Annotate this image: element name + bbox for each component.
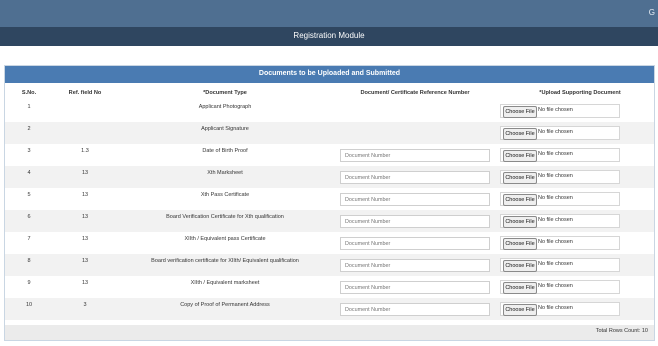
panel-title: Documents to be Uploaded and Submitted	[258, 70, 401, 77]
row-document-type: Board Verification Certificate for Xth q…	[166, 214, 284, 220]
top-bar: G Registration Module	[0, 0, 658, 46]
no-file-chosen-text: No file chosen	[538, 261, 573, 267]
table-row: 8 13 Board verification certificate for XI…	[5, 254, 654, 276]
table-footer: Total Rows Count: 10	[5, 325, 654, 340]
table-row: 6 13 Board Verification Certificate for Xt…	[5, 210, 654, 232]
row-sno: 10	[25, 302, 33, 308]
choose-file-button[interactable]: Choose File	[503, 260, 537, 272]
table-row: 1 Applicant Photograph Choose File No file …	[5, 100, 654, 122]
choose-file-button[interactable]: Choose File	[503, 150, 537, 162]
row-document-type: Xth Pass Certificate	[200, 192, 250, 198]
table-row: 7 13 XIIth / Equivalent pass Certificate Ch…	[5, 232, 654, 254]
choose-file-button[interactable]: Choose File	[503, 172, 537, 184]
row-sno: 9	[27, 280, 31, 286]
row-sno: 4	[27, 170, 31, 176]
choose-file-button[interactable]: Choose File	[503, 238, 537, 250]
document-number-input[interactable]	[340, 149, 490, 162]
row-sno: 8	[27, 258, 31, 264]
column-header-reference-number: Document/ Certificate Reference Number	[360, 90, 470, 96]
corner-glyph: G	[648, 8, 655, 17]
table-row: 9 13 XIIth / Equivalent marksheet Choose Fi…	[5, 276, 654, 298]
document-number-input[interactable]	[340, 193, 490, 206]
panel-header: Documents to be Uploaded and Submitted	[5, 66, 654, 83]
document-number-input[interactable]	[340, 303, 490, 316]
row-document-type: Applicant Photograph	[198, 104, 252, 110]
column-header-document-type: *Document Type	[203, 90, 247, 96]
row-document-type: Applicant Signature	[201, 126, 249, 132]
table-row: 3 1.3 Date of Birth Proof Choose FileNo fil…	[5, 144, 654, 166]
row-ref-field: 13	[81, 170, 89, 176]
file-upload-field: Choose File No file chosen	[500, 104, 620, 118]
no-file-chosen-text: No file chosen	[538, 217, 573, 223]
row-sno: 5	[27, 192, 31, 198]
no-file-chosen-text: No file chosen	[538, 151, 573, 157]
choose-file-button[interactable]: Choose File	[503, 282, 537, 294]
page-title: Registration Module	[293, 31, 365, 40]
file-upload-field: Choose File No file chosen	[500, 258, 620, 272]
column-header-sno: S.No.	[21, 90, 37, 96]
no-file-chosen-text: No file chosen	[538, 305, 573, 311]
row-document-type: Date of Birth Proof	[202, 148, 248, 154]
row-ref-field: 13	[81, 258, 89, 264]
no-file-chosen-text: No file chosen	[538, 195, 573, 201]
top-strip	[0, 0, 658, 27]
row-sno: 7	[27, 236, 31, 242]
no-file-chosen-text: No file chosen	[538, 283, 573, 289]
row-ref-field: 3	[83, 302, 87, 308]
choose-file-button[interactable]: Choose File	[503, 128, 537, 140]
table-row: 10 3 Copy of Proof of Permanent Address Cho…	[5, 298, 654, 320]
file-upload-field: Choose File No file chosen	[500, 148, 620, 162]
document-number-input[interactable]	[340, 237, 490, 250]
document-number-input[interactable]	[340, 215, 490, 228]
row-sno: 3	[27, 148, 31, 154]
row-sno: 1	[27, 104, 31, 110]
row-sno: 2	[27, 126, 31, 132]
file-upload-field: Choose File No file chosen	[500, 126, 620, 140]
row-document-type: XIIth / Equivalent marksheet	[190, 280, 260, 286]
total-rows-count: Total Rows Count: 10	[595, 328, 648, 334]
choose-file-button[interactable]: Choose File	[503, 304, 537, 316]
row-document-type: Copy of Proof of Permanent Address	[180, 302, 270, 308]
row-document-type: Board verification certificate for XIIth…	[151, 258, 299, 264]
file-upload-field: Choose File No file chosen	[500, 170, 620, 184]
choose-file-button[interactable]: Choose File	[503, 216, 537, 228]
document-number-input[interactable]	[340, 259, 490, 272]
row-ref-field: 13	[81, 280, 89, 286]
column-header-upload: *Upload Supporting Document	[539, 90, 621, 96]
row-ref-field: 13	[81, 236, 89, 242]
document-number-input[interactable]	[340, 281, 490, 294]
documents-panel: Documents to be Uploaded and Submitted S…	[4, 65, 655, 341]
table-row: 5 13 Xth Pass Certificate Choose FileNo fil…	[5, 188, 654, 210]
no-file-chosen-text: No file chosen	[538, 239, 573, 245]
file-upload-field: Choose File No file chosen	[500, 302, 620, 316]
no-file-chosen-text: No file chosen	[538, 129, 573, 135]
row-document-type: Xth Marksheet	[207, 170, 243, 176]
no-file-chosen-text: No file chosen	[538, 173, 573, 179]
file-upload-field: Choose File No file chosen	[500, 236, 620, 250]
file-upload-field: Choose File No file chosen	[500, 192, 620, 206]
row-ref-field: 1.3	[81, 148, 89, 154]
table-row: 4 13 Xth Marksheet Choose FileNo file chose…	[5, 166, 654, 188]
row-document-type: XIIth / Equivalent pass Certificate	[184, 236, 266, 242]
file-upload-field: Choose File No file chosen	[500, 280, 620, 294]
row-ref-field: 13	[81, 192, 89, 198]
column-header-ref: Ref. field No	[68, 90, 102, 96]
no-file-chosen-text: No file chosen	[538, 107, 573, 113]
row-sno: 6	[27, 214, 31, 220]
file-upload-field: Choose File No file chosen	[500, 214, 620, 228]
document-number-input[interactable]	[340, 171, 490, 184]
row-ref-field: 13	[81, 214, 89, 220]
choose-file-button[interactable]: Choose File	[503, 194, 537, 206]
table-row: 2 Applicant Signature Choose File No file c…	[5, 122, 654, 144]
choose-file-button[interactable]: Choose File	[503, 106, 537, 118]
